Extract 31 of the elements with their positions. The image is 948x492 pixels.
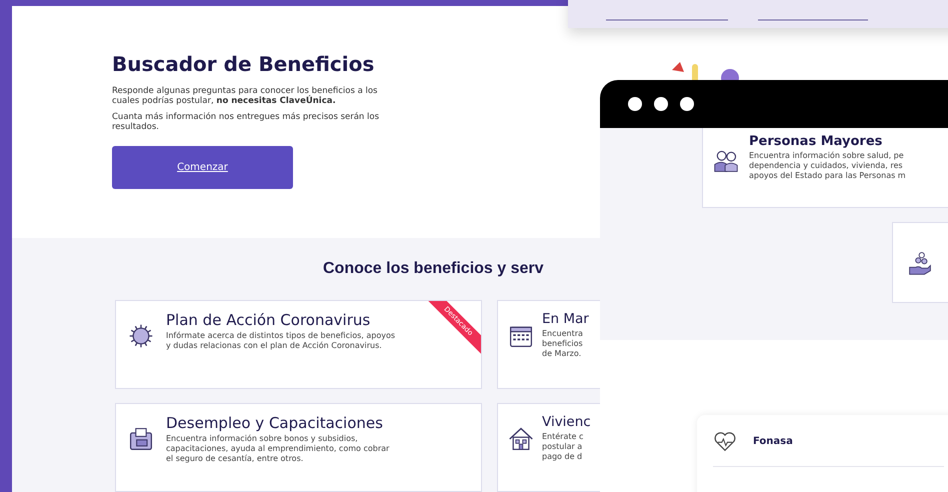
start-button[interactable]: Comenzar <box>112 146 293 189</box>
folder-icon <box>128 426 154 452</box>
people-icon <box>713 148 739 174</box>
card-title: Personas Mayores <box>749 134 884 149</box>
card-description: Encuentra información sobre bonos y subsidios, capacitaciones, ayuda al emprendimiento, como cobrar el seguro de cesantía, entre otros. <box>166 434 390 464</box>
benefit-card[interactable]: Personas Mayores Encuentra información sobre salud, pe dependencia y cuidados, vivienda, res apoyos del Estado para las Personas m <box>702 128 948 208</box>
card-title: Plan de Acción Coronavirus <box>166 311 372 329</box>
card-title: En Mar <box>542 311 589 327</box>
card-title: Vivienc <box>542 414 591 430</box>
card-title: Desempleo y Capacitaciones <box>166 414 384 432</box>
window-dot <box>680 97 694 111</box>
fonasa-title: Fonasa <box>753 436 793 447</box>
hand-coins-icon <box>907 250 933 276</box>
benefit-card[interactable] <box>892 222 948 303</box>
window-dot <box>654 97 668 111</box>
finder-note: Cuanta más información nos entregues más precisos serán los resultados. <box>112 112 380 132</box>
card-description: Infórmate acerca de distintos tipos de beneficios, apoyos y dudas relacionas con el plan de Acción Coronavirus. <box>166 331 396 351</box>
benefit-card[interactable]: Vivienc Entérate c postular a pago de d <box>497 403 600 492</box>
card-description: Encuentra beneficios de Marzo. <box>542 329 584 359</box>
finder-description: Responde algunas preguntas para conocer los beneficios a los cuales podrías postular, no necesitas ClaveÚnica. <box>112 86 378 106</box>
finder-title: Buscador de Beneficios <box>112 52 374 76</box>
section-heading: Conoce los beneficios y serv <box>323 260 544 278</box>
house-icon <box>508 426 534 452</box>
card-description: Encuentra información sobre salud, pe dependencia y cuidados, vivienda, res apoyos del Estado para las Personas m <box>749 151 906 181</box>
window-dot <box>628 97 642 111</box>
virus-icon <box>128 323 154 349</box>
card-description: Entérate c postular a pago de d <box>542 432 584 462</box>
heart-pulse-icon <box>713 431 737 452</box>
fonasa-card[interactable]: Fonasa <box>697 415 948 492</box>
benefit-card[interactable]: En Mar Encuentra beneficios de Marzo. <box>497 300 600 389</box>
benefit-card[interactable]: Desempleo y Capacitaciones Encuentra información sobre bonos y subsidios, capacitaciones, ayuda al emprendimiento, como cobrar el seguro de cesantía, entre otros. <box>115 403 482 492</box>
